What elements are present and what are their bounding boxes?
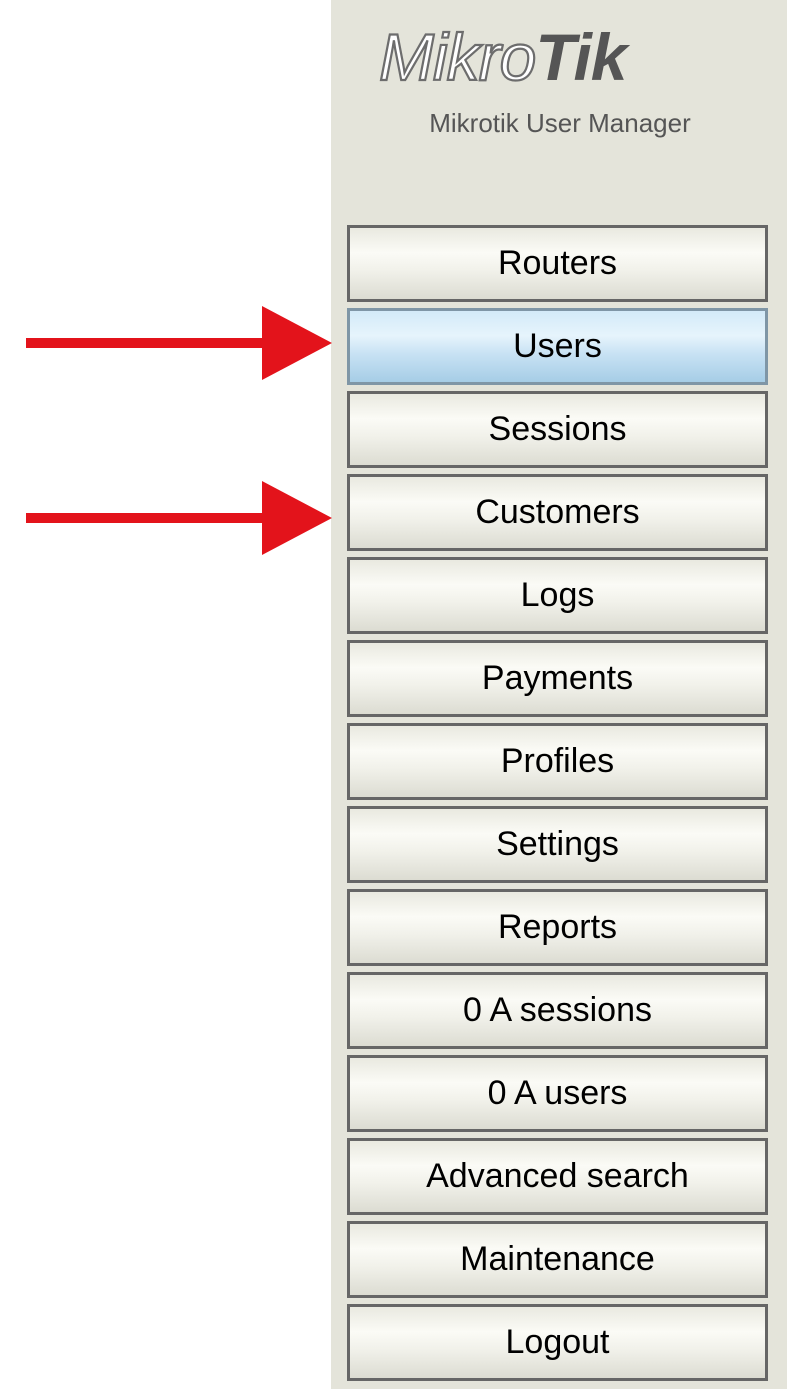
- app-subtitle: Mikrotik User Manager: [429, 108, 691, 138]
- svg-text:MikroTik: MikroTik: [379, 20, 631, 94]
- logo-text-light: Mikro: [379, 20, 535, 94]
- nav-button-sessions[interactable]: Sessions: [347, 391, 768, 468]
- nav-button-reports[interactable]: Reports: [347, 889, 768, 966]
- nav-button-routers[interactable]: Routers: [347, 225, 768, 302]
- nav-button-advanced-search[interactable]: Advanced search: [347, 1138, 768, 1215]
- nav-button-profiles[interactable]: Profiles: [347, 723, 768, 800]
- nav-button-logout[interactable]: Logout: [347, 1304, 768, 1381]
- sidebar: MikroTik Mikrotik User Manager Routers U…: [331, 0, 787, 1389]
- nav-button-users[interactable]: Users: [347, 308, 768, 385]
- nav-button-settings[interactable]: Settings: [347, 806, 768, 883]
- mikrotik-logo-mark: MikroTik: [378, 20, 632, 95]
- arrow-right-icon: [26, 306, 332, 380]
- nav-button-maintenance[interactable]: Maintenance: [347, 1221, 768, 1298]
- nav-button-active-sessions[interactable]: 0 A sessions: [347, 972, 768, 1049]
- mikrotik-logo: MikroTik Mikrotik User Manager: [375, 20, 745, 138]
- arrow-right-icon: [26, 481, 332, 555]
- logo-text-bold: Tik: [535, 20, 630, 94]
- nav-button-customers[interactable]: Customers: [347, 474, 768, 551]
- main-nav: Routers Users Sessions Customers Logs Pa…: [347, 225, 768, 1387]
- nav-button-logs[interactable]: Logs: [347, 557, 768, 634]
- nav-button-payments[interactable]: Payments: [347, 640, 768, 717]
- nav-button-active-users[interactable]: 0 A users: [347, 1055, 768, 1132]
